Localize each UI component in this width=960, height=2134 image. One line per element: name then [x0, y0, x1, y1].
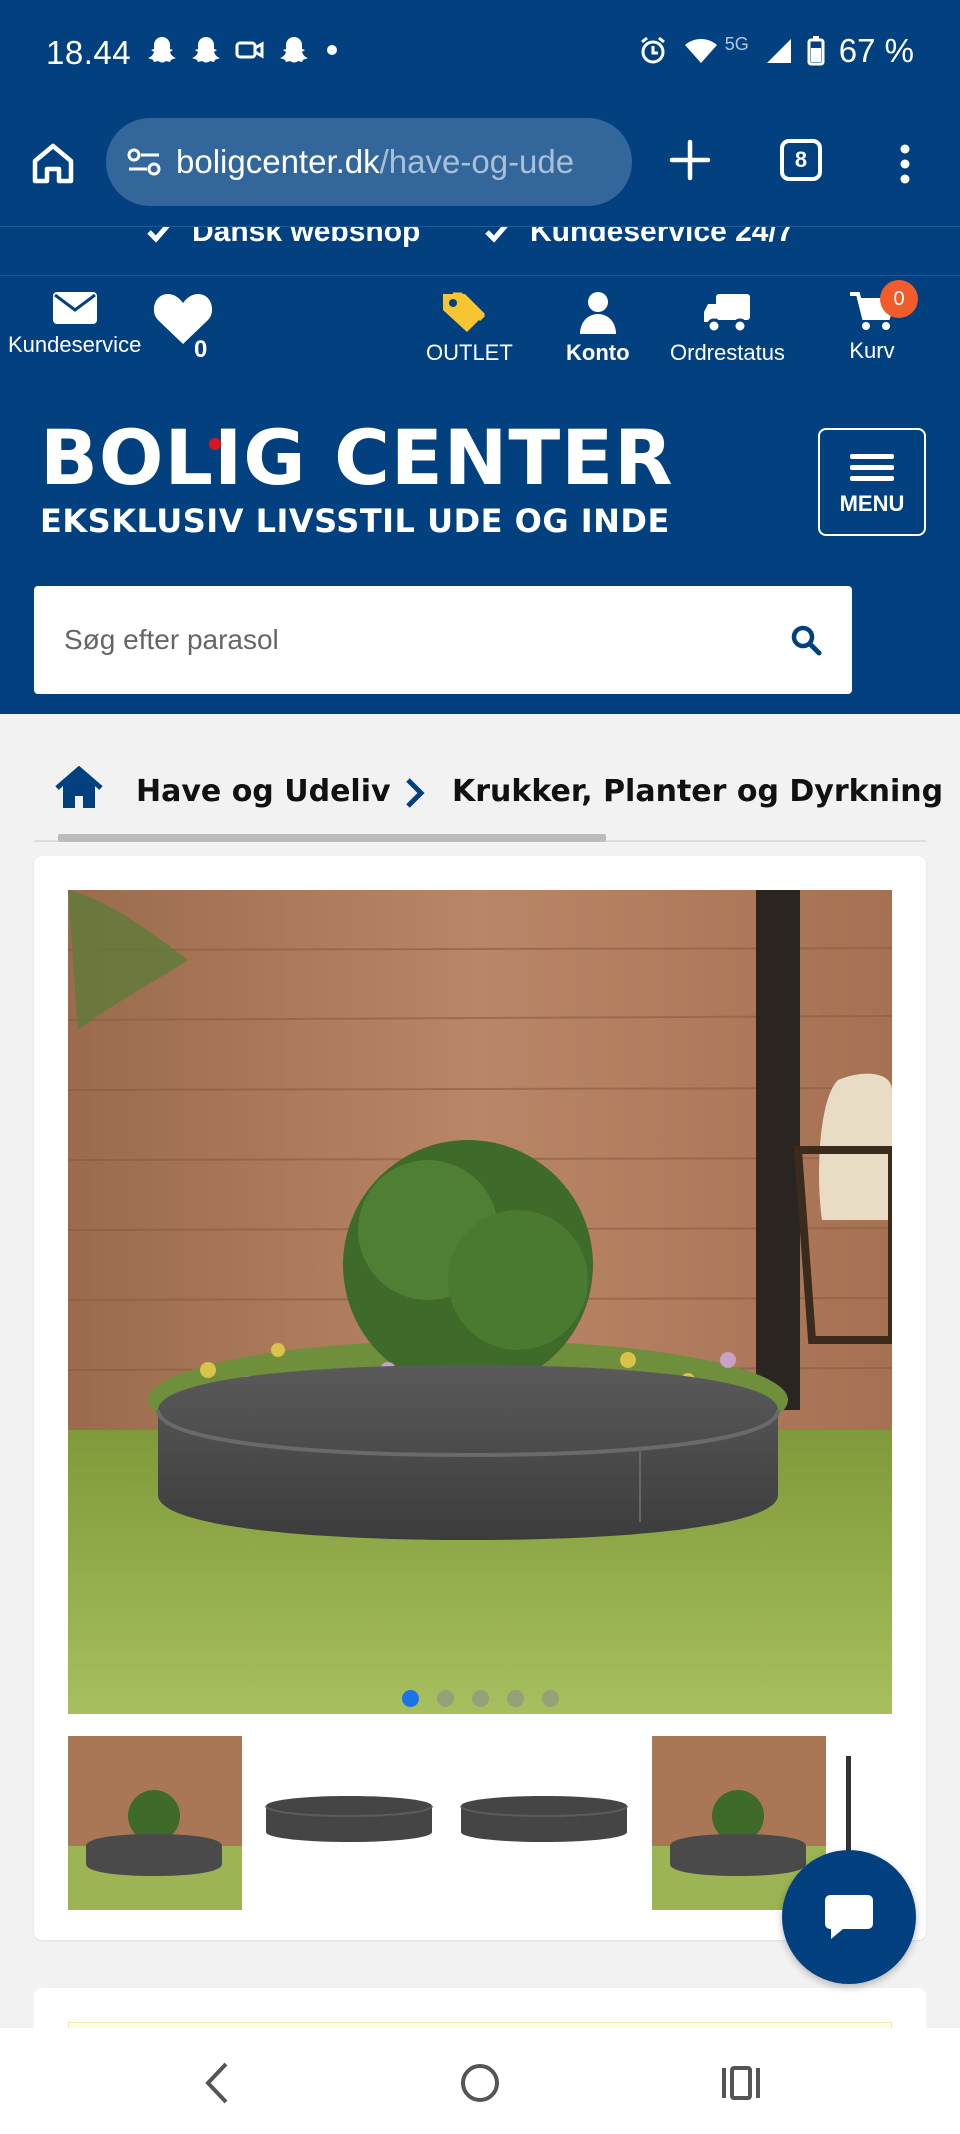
carousel-dot[interactable]: [471, 1690, 489, 1707]
browser-toolbar: boligcenter.dk/have-og-ude 8: [0, 108, 960, 226]
order-status-link[interactable]: Ordrestatus: [670, 290, 785, 366]
outlet-label: OUTLET: [426, 340, 513, 365]
site-topnav: Kundeservice 0 OUTLET Konto Ordrestatus …: [0, 276, 960, 390]
chat-icon: [825, 1895, 873, 1939]
user-icon: [579, 292, 616, 334]
status-time: 18.44: [46, 34, 132, 71]
recent-apps-icon[interactable]: [716, 2058, 766, 2108]
wishlist-count: 0: [194, 336, 208, 363]
alarm-icon: [640, 36, 665, 64]
menu-label: MENU: [839, 490, 905, 516]
logo-main-text: BOLIG CENTER: [40, 413, 674, 502]
notification-icons: [146, 34, 342, 66]
usp-item: Dansk webshop: [146, 226, 421, 249]
product-gallery-card: [34, 856, 926, 1940]
envelope-icon: [52, 292, 97, 324]
network-type: 5G: [724, 33, 749, 54]
url-path: /have-og-ude: [379, 143, 575, 180]
order-status-label: Ordrestatus: [670, 340, 785, 365]
site-logo[interactable]: BOLIG CENTER EKSKLUSIV LIVSSTIL UDE OG I…: [40, 413, 674, 541]
thumbnail-strip[interactable]: [68, 1736, 892, 1910]
search-placeholder: Søg efter parasol: [64, 624, 279, 655]
back-icon[interactable]: [194, 2058, 244, 2108]
breadcrumb-item[interactable]: Krukker, Planter og Dyrkning: [452, 774, 943, 809]
url-host: boligcenter.dk: [176, 143, 380, 180]
more-options-icon[interactable]: [890, 144, 920, 184]
more-notifications-dot-icon: [327, 45, 337, 55]
breadcrumb-item[interactable]: Have og Udeliv: [136, 774, 391, 809]
thumbnail[interactable]: [68, 1736, 242, 1910]
carousel-dot[interactable]: [401, 1690, 419, 1707]
logo-dot: [209, 438, 221, 450]
logo-tagline: EKSKLUSIV LIVSSTIL UDE OG INDE: [40, 502, 670, 540]
search-area: Søg efter parasol: [0, 574, 960, 714]
customer-service-label: Kundeservice: [8, 332, 142, 357]
outlet-link[interactable]: OUTLET: [426, 290, 513, 366]
video-call-icon: [235, 41, 264, 59]
system-navigation-bar: [0, 2028, 960, 2134]
account-link[interactable]: Konto: [566, 290, 630, 366]
product-main-image[interactable]: [68, 890, 892, 1714]
search-input[interactable]: Søg efter parasol: [34, 586, 852, 694]
tab-switcher-button[interactable]: 8: [780, 139, 822, 181]
carousel-dots: [68, 1690, 892, 1707]
menu-button[interactable]: MENU: [818, 428, 926, 536]
site-settings-icon[interactable]: [124, 142, 164, 182]
customer-service-link[interactable]: Kundeservice: [8, 290, 141, 358]
hamburger-icon: [850, 448, 894, 487]
cart-label: Kurv: [849, 338, 895, 363]
thumbnail[interactable]: [262, 1736, 436, 1910]
cart-count-badge: 0: [880, 280, 918, 318]
snapchat-icon: [148, 37, 176, 63]
usp-label: Dansk webshop: [192, 226, 421, 248]
chevron-right-icon: [406, 778, 425, 808]
account-label: Konto: [566, 340, 630, 365]
status-indicators: 5G 67 %: [637, 32, 914, 70]
chat-button[interactable]: [782, 1850, 916, 1984]
breadcrumb: Have og Udeliv Krukker, Planter og Dyrkn…: [34, 756, 943, 842]
signal-icon: [766, 39, 791, 63]
truck-icon: [704, 294, 751, 334]
address-bar[interactable]: boligcenter.dk/have-og-ude: [106, 118, 632, 206]
breadcrumb-home-icon[interactable]: [54, 766, 104, 810]
garden-bed-photo: [68, 890, 892, 1714]
carousel-dot[interactable]: [541, 1690, 559, 1707]
battery-icon: [807, 36, 825, 66]
new-tab-icon[interactable]: [668, 138, 712, 182]
check-icon: [147, 227, 170, 243]
breadcrumb-scrollbar[interactable]: [58, 834, 606, 842]
price-tag-icon: [443, 292, 486, 332]
usp-strip: Dansk webshop Kundeservice 24/7: [0, 226, 960, 276]
snapchat-icon: [192, 37, 220, 63]
usp-item: Kundeservice 24/7: [484, 226, 794, 249]
carousel-dot[interactable]: [436, 1690, 454, 1707]
search-icon[interactable]: [790, 624, 822, 656]
wifi-icon: [684, 39, 717, 63]
check-icon: [485, 227, 508, 243]
battery-level: 67 %: [838, 32, 914, 69]
usp-label: Kundeservice 24/7: [530, 226, 794, 248]
carousel-dot[interactable]: [506, 1690, 524, 1707]
header-logo-area: BOLIG CENTER EKSKLUSIV LIVSSTIL UDE OG I…: [0, 390, 960, 574]
home-nav-icon[interactable]: [455, 2058, 505, 2108]
snapchat-icon: [280, 37, 308, 63]
status-bar: 18.44 5G 67 %: [0, 0, 960, 108]
product-info-card: [34, 1988, 926, 2042]
browser-home-icon[interactable]: [30, 140, 76, 186]
thumbnail[interactable]: [457, 1736, 631, 1910]
